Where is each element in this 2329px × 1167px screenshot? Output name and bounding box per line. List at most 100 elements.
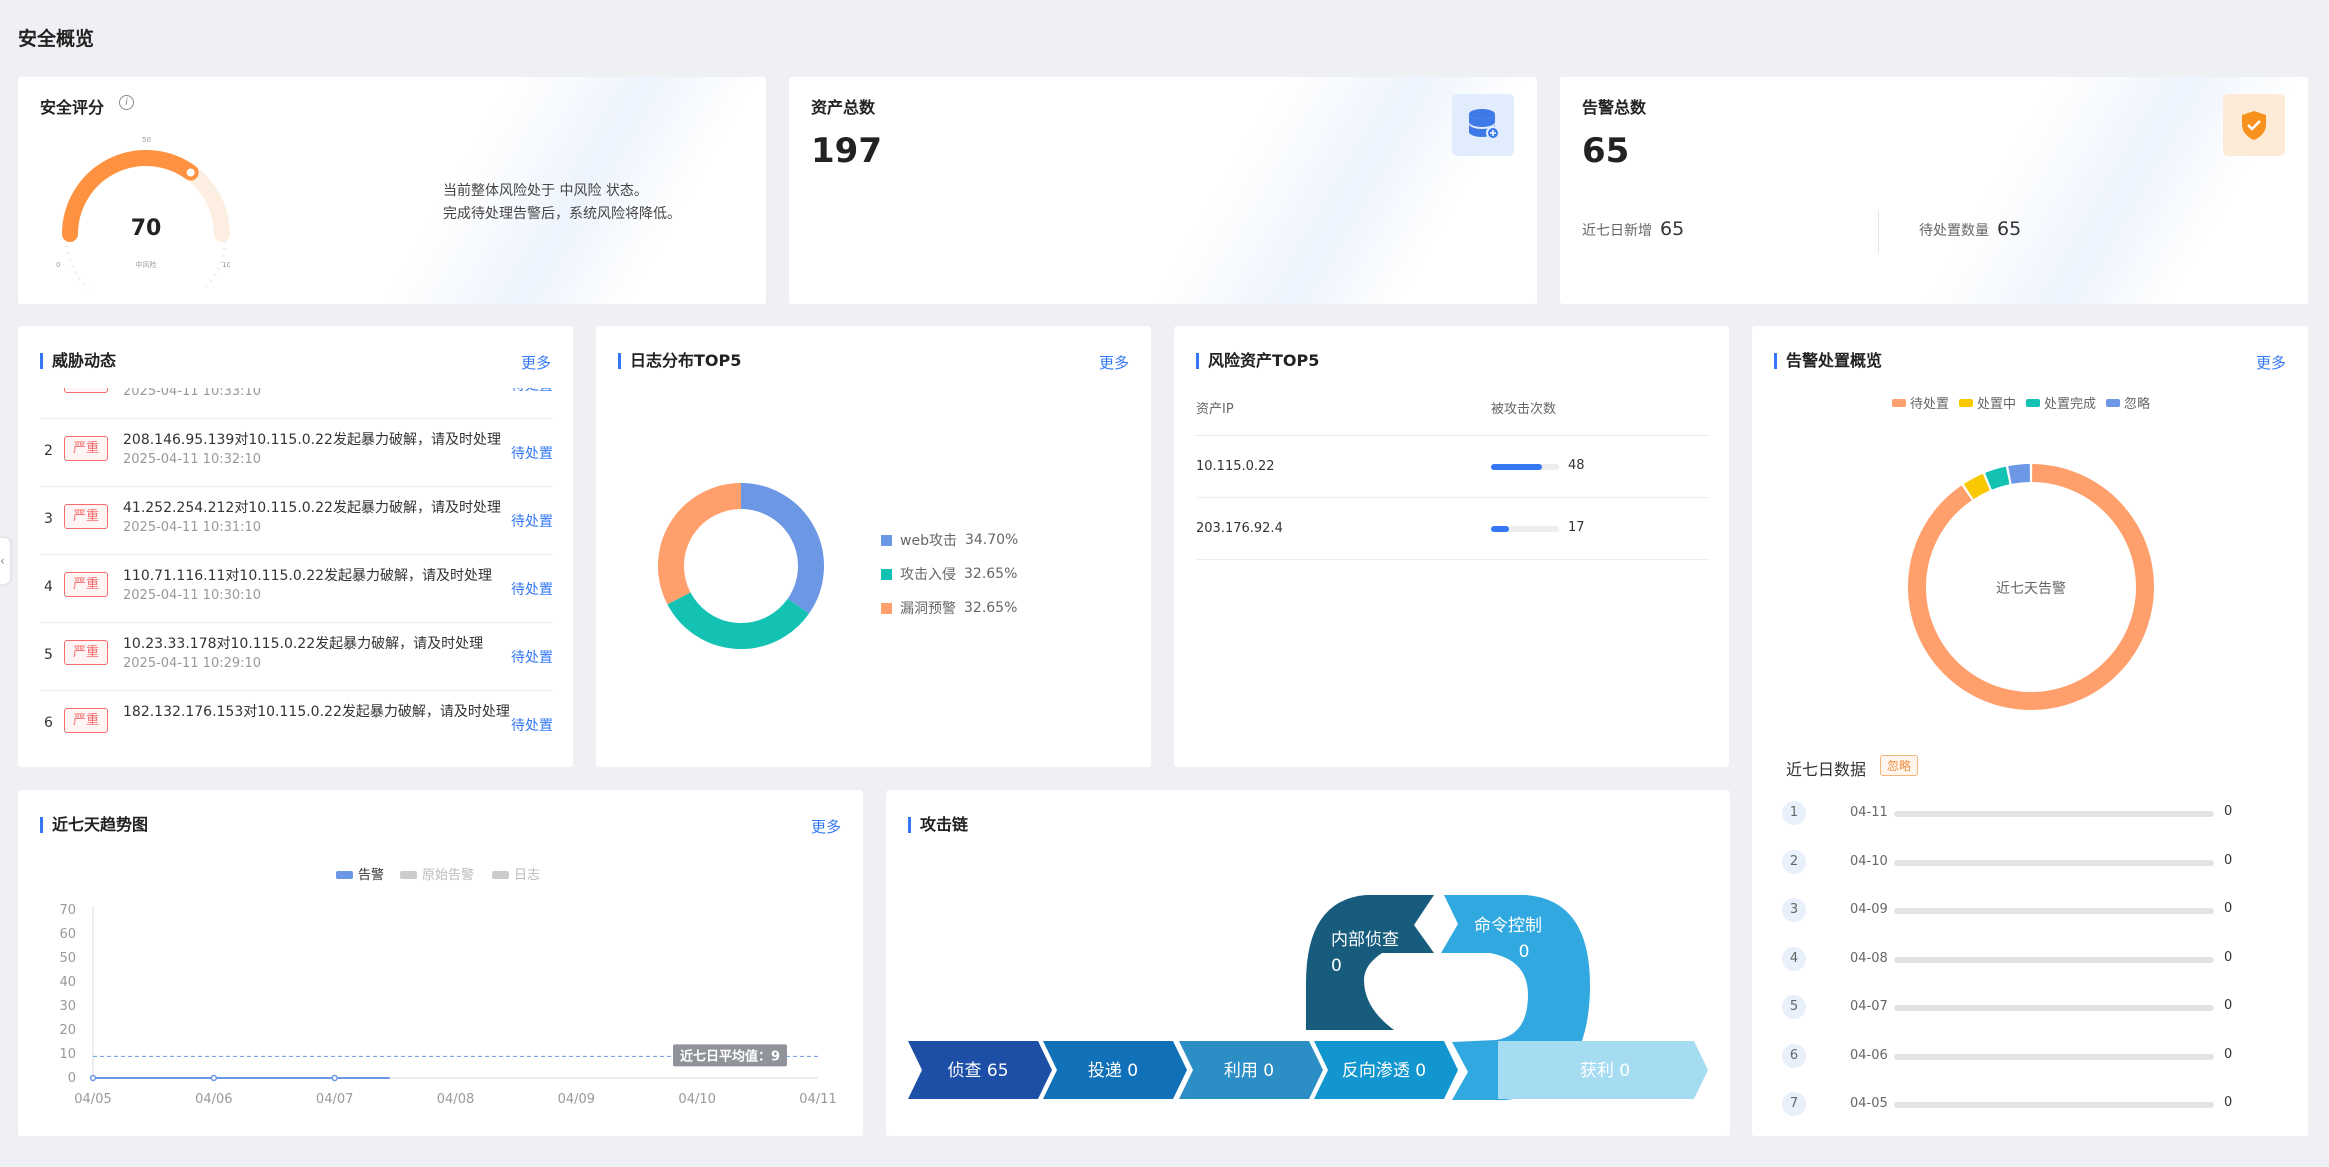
donut-slice-处置中[interactable] <box>1963 473 1991 500</box>
legend-swatch <box>2026 398 2041 407</box>
threat-dynamics-card: 威胁动态 更多 1严重187.238.146.22对10.115.0.22发起暴… <box>18 326 573 767</box>
pending-action-link[interactable]: 待处置 <box>511 388 553 395</box>
donut-slice-漏洞预警[interactable] <box>658 483 742 605</box>
alert-disposal-card: 告警处置概览 更多 待处置 处置中 处置完成 忽略 近七天告警 近七日数据 忽略 10… <box>1752 326 2308 1136</box>
attack-count-fill <box>1491 464 1542 470</box>
day-index: 4 <box>1782 946 1806 971</box>
threat-index: 4 <box>44 579 53 595</box>
chain-step-5[interactable] <box>1306 895 1434 1030</box>
card-title: 安全评分 <box>40 98 105 117</box>
threat-list-item[interactable]: 2 严重 208.146.95.139对10.115.0.22发起暴力破解，请及时处… <box>40 419 553 487</box>
day-index: 6 <box>1782 1043 1806 1068</box>
day-bar <box>1894 956 2214 963</box>
risk-asset-row[interactable]: 10.115.0.22 48 <box>1196 436 1709 498</box>
chain-step-value: 0 <box>1519 942 1530 962</box>
day-row: 6 04-06 0 <box>1782 1041 2308 1073</box>
database-icon <box>1469 109 1500 140</box>
chain-step-label: 侦查 65 <box>947 1061 1008 1081</box>
legend-item: web攻击 34.70% <box>881 530 1018 550</box>
attack-count-fill <box>1491 526 1510 532</box>
y-tick-label: 20 <box>59 1023 76 1038</box>
threat-list[interactable]: 1严重187.238.146.22对10.115.0.22发起暴力破解，请及时处… <box>18 388 573 746</box>
legend-item: 漏洞预警 32.65% <box>881 598 1018 618</box>
more-link[interactable]: 更多 <box>1099 352 1129 373</box>
pending-action-link[interactable]: 待处置 <box>511 647 553 667</box>
legend-swatch[interactable] <box>336 871 353 879</box>
legend-swatch <box>881 534 892 546</box>
threat-text: 110.71.116.11对10.115.0.22发起暴力破解，请及时处理 <box>123 568 493 584</box>
legend-label: 忽略 <box>2124 397 2151 412</box>
legend-percent: 32.65% <box>964 600 1018 616</box>
data-point[interactable] <box>210 1074 218 1082</box>
y-tick-label: 40 <box>59 975 76 990</box>
attack-count-bar <box>1491 464 1559 470</box>
y-tick-label: 0 <box>68 1071 76 1086</box>
gauge-level: 中风险 <box>136 260 157 269</box>
card-title: 日志分布TOP5 <box>618 351 741 371</box>
risk-asset-row[interactable]: 203.176.92.4 17 <box>1196 498 1709 560</box>
legend-swatch[interactable] <box>400 871 417 879</box>
day-row: 4 04-08 0 <box>1782 944 2308 976</box>
sidebar-collapse-handle[interactable]: ‹ <box>0 538 10 584</box>
data-point[interactable] <box>89 1074 97 1082</box>
trend-line-chart: 告警 原始告警 日志 0 10 20 30 40 50 60 70 04/05 04/06 04/07 04… <box>59 867 836 1107</box>
legend-item: 待处置 <box>1892 393 1949 412</box>
card-title: 威胁动态 <box>40 351 116 371</box>
severity-badge: 严重 <box>64 708 108 733</box>
donut-slice-处置完成[interactable] <box>1985 466 2010 490</box>
legend-label: web攻击 <box>900 533 957 549</box>
pending-action-link[interactable]: 待处置 <box>511 579 553 599</box>
legend-label[interactable]: 日志 <box>514 868 540 883</box>
data-point[interactable] <box>331 1074 338 1082</box>
risk-asset-card: 风险资产TOP5 资产IP 被攻击次数 10.115.0.22 48 203.176… <box>1174 326 1729 767</box>
card-title: 告警总数 <box>1582 98 1647 117</box>
legend-label: 攻击入侵 <box>900 567 956 583</box>
attack-chain-card: 攻击链 侦查 65 投递 0 利用 0 反向渗透 0 内部侦查 0 命令控制 0 获利 0 <box>886 790 1730 1136</box>
legend-label[interactable]: 告警 <box>358 867 384 883</box>
gauge-mid: 50 <box>142 136 151 144</box>
chain-step-label: 命令控制 <box>1474 916 1542 936</box>
threat-index: 5 <box>44 647 53 663</box>
column-header-ip: 资产IP <box>1196 402 1234 417</box>
day-value: 0 <box>2224 804 2233 819</box>
threat-list-item[interactable]: 6 严重 182.132.176.153对10.115.0.22发起暴力破解，请及时… <box>40 691 553 746</box>
day-row: 7 04-05 0 <box>1782 1089 2308 1121</box>
chain-step-label: 内部侦查 <box>1331 930 1399 950</box>
more-link[interactable]: 更多 <box>2256 352 2286 373</box>
legend-label[interactable]: 原始告警 <box>422 867 474 883</box>
new-7days-stat: 近七日新增 65 <box>1582 218 1684 240</box>
asset-ip: 10.115.0.22 <box>1196 459 1275 474</box>
y-tick-label: 70 <box>59 903 76 918</box>
pending-action-link[interactable]: 待处置 <box>511 511 553 531</box>
recent-data-title: 近七日数据 <box>1786 760 1867 779</box>
attack-chain-diagram: 侦查 65 投递 0 利用 0 反向渗透 0 内部侦查 0 命令控制 0 获利 0 <box>908 895 1708 1100</box>
info-icon[interactable]: i <box>119 95 134 110</box>
asset-total-value: 197 <box>811 131 882 171</box>
y-tick-label: 50 <box>59 951 76 966</box>
threat-list-item[interactable]: 5 严重 10.23.33.178对10.115.0.22发起暴力破解，请及时处理 2… <box>40 623 553 691</box>
day-date: 04-10 <box>1850 853 1888 869</box>
day-row: 5 04-07 0 <box>1782 992 2308 1024</box>
donut-slice-攻击入侵[interactable] <box>667 591 810 649</box>
legend-item: 处置完成 <box>2026 393 2096 412</box>
donut-slice-web攻击[interactable] <box>740 483 824 614</box>
y-tick-label: 30 <box>59 999 76 1014</box>
donut-slice-忽略[interactable] <box>2008 464 2031 484</box>
threat-list-item[interactable]: 1严重187.238.146.22对10.115.0.22发起暴力破解，请及时处… <box>40 388 553 419</box>
x-tick-label: 04/05 <box>74 1092 111 1107</box>
threat-list-item[interactable]: 3 严重 41.252.254.212对10.115.0.22发起暴力破解，请及时处… <box>40 487 553 555</box>
chain-step-label: 反向渗透 0 <box>1342 1061 1426 1081</box>
legend-swatch <box>2106 398 2121 407</box>
legend-swatch[interactable] <box>492 871 509 879</box>
attack-count-value: 48 <box>1568 458 1585 473</box>
more-link[interactable]: 更多 <box>521 352 551 373</box>
threat-index: 3 <box>44 511 53 527</box>
legend-swatch <box>1892 398 1906 407</box>
pending-action-link[interactable]: 待处置 <box>511 443 553 463</box>
day-value: 0 <box>2224 998 2233 1013</box>
x-tick-label: 04/10 <box>678 1092 715 1107</box>
pending-action-link[interactable]: 待处置 <box>511 715 553 735</box>
day-date: 04-08 <box>1850 950 1888 966</box>
threat-list-item[interactable]: 4 严重 110.71.116.11对10.115.0.22发起暴力破解，请及时处理… <box>40 555 553 623</box>
legend-swatch <box>1959 398 1974 407</box>
